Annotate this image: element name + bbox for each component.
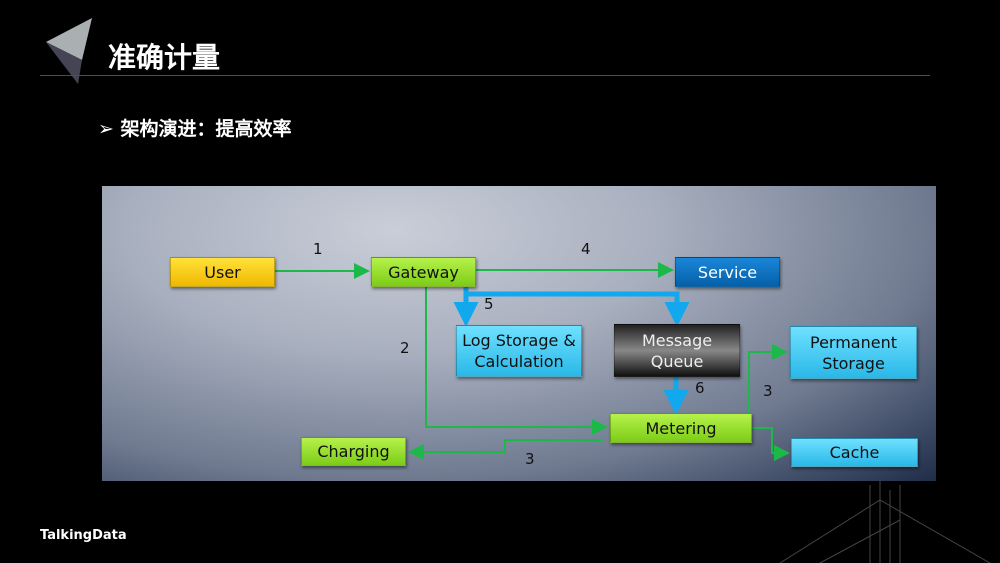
decorative-lines — [779, 480, 991, 563]
slide: 准确计量 ➢ 架构演进：提高效率 User Gateway Service Lo… — [0, 0, 1000, 563]
